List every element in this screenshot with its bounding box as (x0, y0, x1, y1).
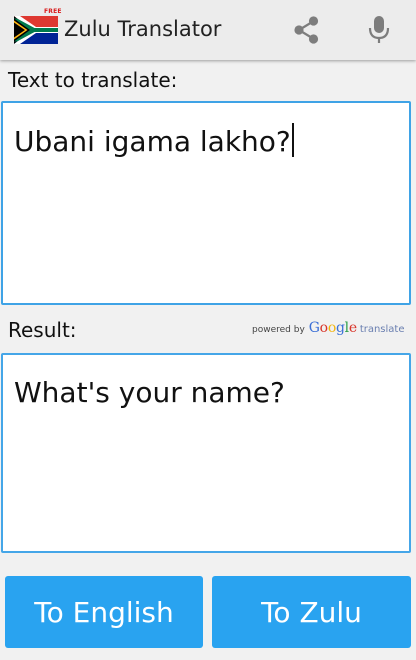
google-logo: Google (309, 320, 357, 336)
source-text-input[interactable]: Ubani igama lakho? (1, 101, 411, 305)
text-cursor (291, 123, 294, 157)
result-text-value: What's your name? (14, 376, 285, 409)
google-logo-letter: G (308, 320, 320, 336)
google-logo-letter: e (348, 320, 357, 336)
source-text-value: Ubani igama lakho? (14, 125, 291, 158)
to-zulu-button[interactable]: To Zulu (212, 576, 411, 648)
share-button[interactable] (288, 12, 324, 48)
app-bar: FREE Zulu Translator (0, 0, 416, 60)
microphone-icon (368, 16, 390, 43)
result-label: Result: (8, 318, 77, 342)
powered-by-google-translate: powered by Google translate (252, 320, 405, 336)
free-badge: FREE (44, 8, 62, 15)
app-title: Zulu Translator (64, 17, 222, 41)
input-label: Text to translate: (8, 68, 178, 92)
app-logo: FREE (14, 8, 62, 48)
powered-by-text: powered by (252, 325, 305, 335)
voice-input-button[interactable] (361, 12, 397, 48)
google-logo-letter: g (335, 320, 345, 336)
translate-text: translate (359, 324, 405, 335)
result-text-box[interactable]: What's your name? (1, 353, 411, 553)
google-logo-letter: o (327, 320, 336, 336)
share-icon (294, 16, 319, 44)
south-africa-flag-icon (14, 16, 58, 44)
to-english-button[interactable]: To English (5, 576, 203, 648)
google-logo-letter: o (319, 320, 328, 336)
